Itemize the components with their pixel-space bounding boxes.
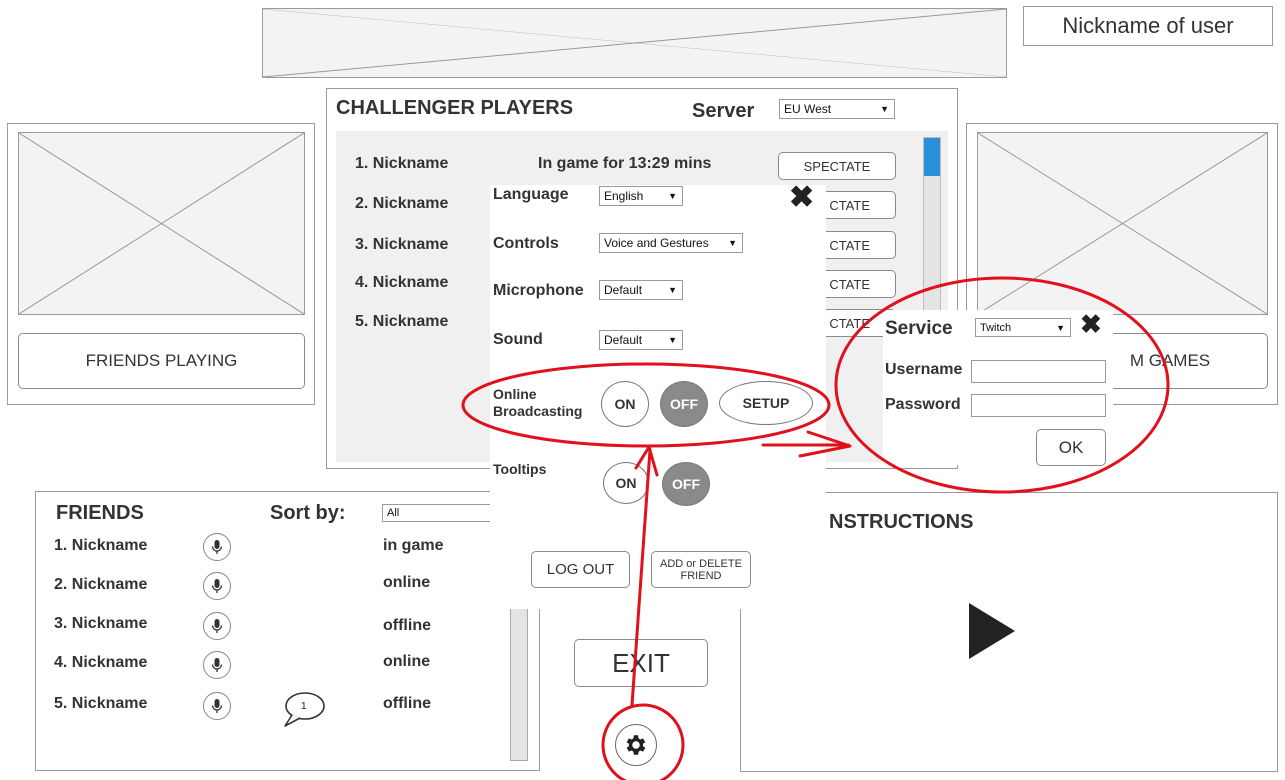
annotation-overlay [461, 276, 1170, 780]
annotation-circle-broadcasting [461, 362, 831, 448]
annotation-arrow-gear [630, 448, 652, 707]
annotation-arrow-gear-head [634, 445, 659, 477]
annotation-circle-service [834, 276, 1170, 494]
annotation-circle-gear [601, 703, 685, 780]
